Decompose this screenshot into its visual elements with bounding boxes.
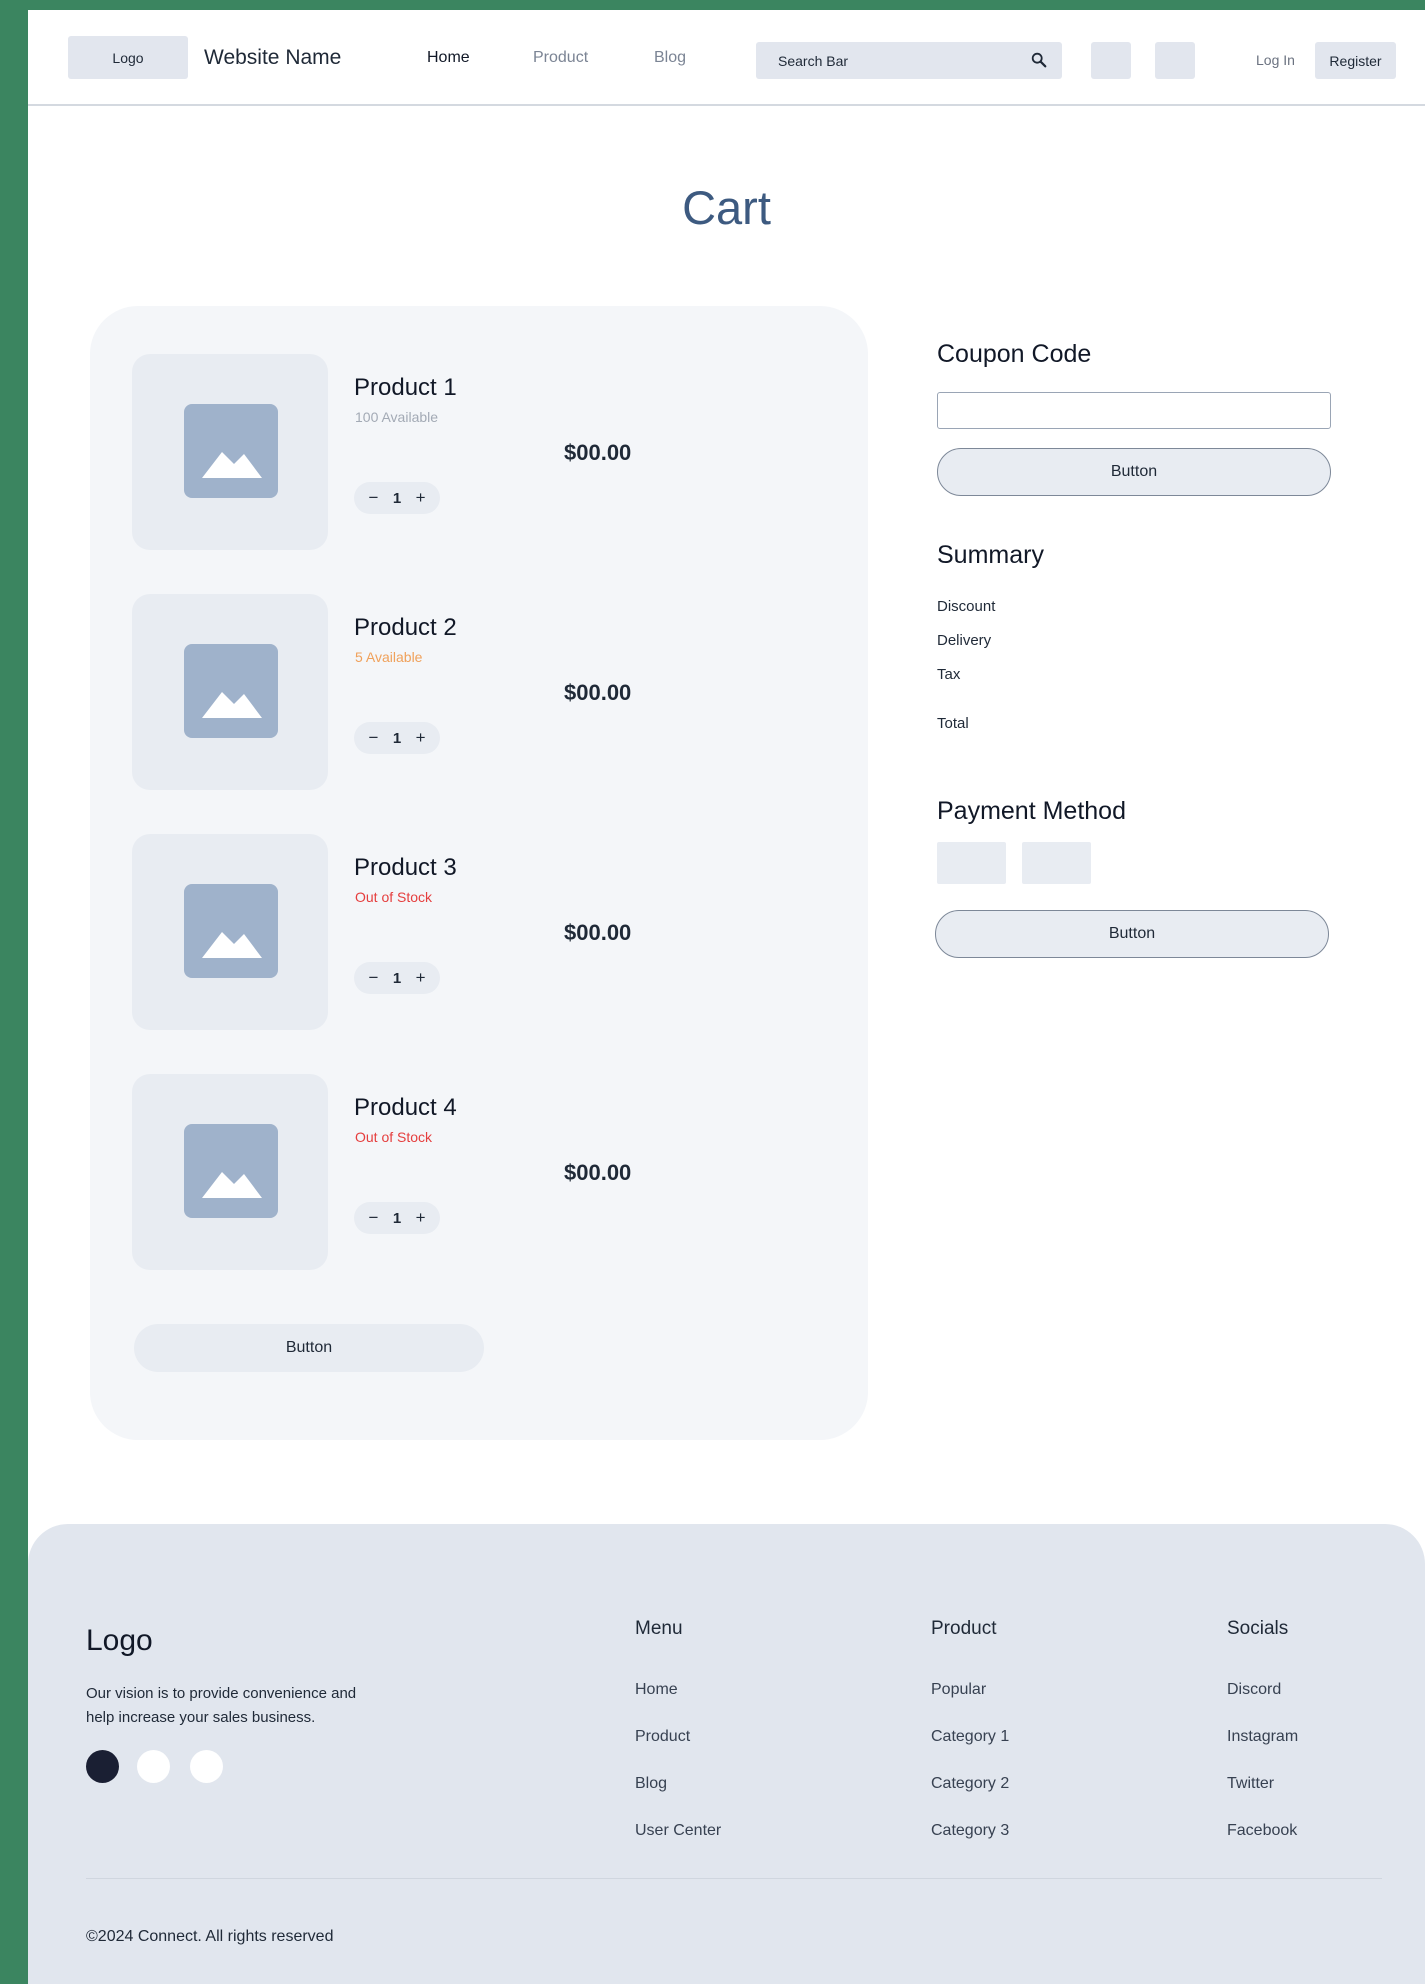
availability: 100 Available <box>355 409 439 425</box>
product-price: $00.00 <box>564 920 632 945</box>
page-title: Cart <box>682 181 771 234</box>
product-thumbnail[interactable] <box>132 834 328 1030</box>
footer-product-title: Product <box>931 1618 997 1639</box>
cart-list: Product 1 100 Available $00.00 − 1 + Pro… <box>90 306 868 1440</box>
minus-icon[interactable]: − <box>368 728 378 748</box>
plus-icon[interactable]: + <box>416 728 426 748</box>
footer-link[interactable]: Instagram <box>1227 1728 1298 1746</box>
image-placeholder-icon <box>184 884 278 978</box>
footer-link[interactable]: Product <box>635 1728 690 1746</box>
image-placeholder-icon <box>184 404 278 498</box>
cart-item: Product 1 100 Available $00.00 − 1 + <box>132 354 732 550</box>
coupon-code-input[interactable] <box>937 392 1331 429</box>
footer: Logo Our vision is to provide convenienc… <box>28 1524 1425 1984</box>
product-name[interactable]: Product 2 <box>354 614 457 642</box>
checkout-button[interactable]: Button <box>935 910 1329 958</box>
payment-heading: Payment Method <box>937 797 1126 825</box>
availability: Out of Stock <box>355 1129 433 1145</box>
plus-icon[interactable]: + <box>416 488 426 508</box>
footer-link[interactable]: Blog <box>635 1775 667 1793</box>
product-thumbnail[interactable] <box>132 1074 328 1270</box>
summary-discount-label: Discount <box>937 598 996 615</box>
footer-link[interactable]: Home <box>635 1681 678 1699</box>
footer-link[interactable]: Discord <box>1227 1681 1281 1699</box>
nav-product[interactable]: Product <box>533 49 588 67</box>
quantity-stepper: − 1 + <box>354 962 440 994</box>
footer-vision-text: Our vision is to provide convenience and… <box>86 1685 357 1726</box>
quantity-value: 1 <box>392 1209 402 1227</box>
social-dot[interactable] <box>137 1750 170 1783</box>
summary-tax-label: Tax <box>937 666 961 683</box>
logo[interactable]: Logo <box>68 36 188 79</box>
header: Logo Website Name Home Product Blog Sear… <box>28 10 1425 106</box>
nav-blog[interactable]: Blog <box>654 49 686 67</box>
quantity-stepper: − 1 + <box>354 722 440 754</box>
minus-icon[interactable]: − <box>368 968 378 988</box>
footer-link[interactable]: Category 1 <box>931 1728 1009 1746</box>
header-icon-button[interactable] <box>1155 42 1195 79</box>
quantity-stepper: − 1 + <box>354 482 440 514</box>
footer-link[interactable]: Popular <box>931 1681 986 1699</box>
availability: 5 Available <box>355 649 423 665</box>
plus-icon[interactable]: + <box>416 1208 426 1228</box>
cart-item: Product 2 5 Available $00.00 − 1 + <box>132 594 732 790</box>
quantity-value: 1 <box>392 489 402 507</box>
nav-home[interactable]: Home <box>427 49 470 67</box>
cart-item: Product 3 Out of Stock $00.00 − 1 + <box>132 834 732 1030</box>
copyright: ©2024 Connect. All rights reserved <box>86 1928 334 1945</box>
search-placeholder: Search Bar <box>778 53 849 69</box>
footer-link[interactable]: Category 2 <box>931 1775 1009 1793</box>
product-price: $00.00 <box>564 440 632 465</box>
search-icon[interactable] <box>1030 51 1048 69</box>
footer-link[interactable]: Twitter <box>1227 1775 1274 1793</box>
payment-option[interactable] <box>1022 842 1091 884</box>
footer-logo[interactable]: Logo <box>86 1624 153 1658</box>
footer-link[interactable]: Category 3 <box>931 1822 1009 1840</box>
social-dot[interactable] <box>190 1750 223 1783</box>
quantity-value: 1 <box>392 729 402 747</box>
footer-socials-title: Socials <box>1227 1618 1289 1639</box>
header-icon-button[interactable] <box>1091 42 1131 79</box>
minus-icon[interactable]: − <box>368 488 378 508</box>
payment-option[interactable] <box>937 842 1006 884</box>
product-thumbnail[interactable] <box>132 594 328 790</box>
summary-heading: Summary <box>937 541 1044 569</box>
product-price: $00.00 <box>564 680 632 705</box>
footer-divider <box>86 1878 1382 1879</box>
product-name[interactable]: Product 1 <box>354 374 457 402</box>
footer-link[interactable]: Facebook <box>1227 1822 1297 1840</box>
product-thumbnail[interactable] <box>132 354 328 550</box>
availability: Out of Stock <box>355 889 433 905</box>
image-placeholder-icon <box>184 644 278 738</box>
plus-icon[interactable]: + <box>416 968 426 988</box>
product-price: $00.00 <box>564 1160 632 1185</box>
cart-item: Product 4 Out of Stock $00.00 − 1 + <box>132 1074 732 1270</box>
page: Logo Website Name Home Product Blog Sear… <box>28 10 1425 1984</box>
image-placeholder-icon <box>184 1124 278 1218</box>
quantity-value: 1 <box>392 969 402 987</box>
register-button[interactable]: Register <box>1315 42 1396 79</box>
footer-menu-title: Menu <box>635 1618 683 1639</box>
summary-delivery-label: Delivery <box>937 632 992 649</box>
cart-action-button[interactable]: Button <box>134 1324 484 1372</box>
search-bar[interactable]: Search Bar <box>756 42 1062 79</box>
site-name[interactable]: Website Name <box>204 46 341 70</box>
summary-total-label: Total <box>937 715 969 732</box>
product-name[interactable]: Product 4 <box>354 1094 457 1122</box>
login-link[interactable]: Log In <box>1256 52 1295 68</box>
footer-link[interactable]: User Center <box>635 1822 721 1840</box>
quantity-stepper: − 1 + <box>354 1202 440 1234</box>
coupon-heading: Coupon Code <box>937 340 1092 368</box>
product-name[interactable]: Product 3 <box>354 854 457 882</box>
social-dot[interactable] <box>86 1750 119 1783</box>
apply-coupon-button[interactable]: Button <box>937 448 1331 496</box>
minus-icon[interactable]: − <box>368 1208 378 1228</box>
